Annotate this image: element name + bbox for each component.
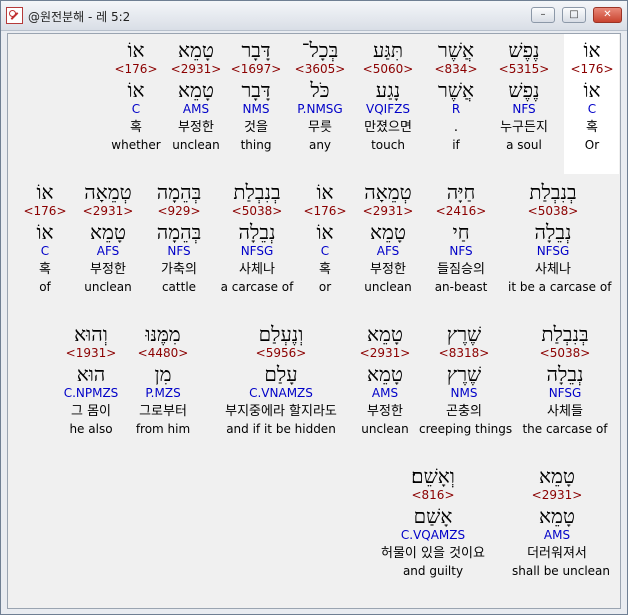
korean-gloss: 더러워져서: [527, 546, 587, 561]
strong-number: <1931>: [65, 346, 117, 360]
parsing-code: AMS: [543, 528, 571, 542]
hebrew-word: טָמֵא: [367, 322, 403, 346]
word-r3-3[interactable]: טָמֵא <2931> טָמֵא AMS 부정한 unclean: [340, 322, 430, 436]
word-r2-1[interactable]: בְנִבְלַת <5038> נְבֵלָה NFSG 사체나 it be …: [508, 180, 612, 294]
title-bar[interactable]: @원전분해 - 레 5:2 – □ ✕: [1, 1, 627, 31]
korean-gloss: 허물이 있을 것이요: [381, 546, 485, 561]
korean-gloss: 부정한: [367, 404, 403, 419]
lemma: אוֹ: [36, 220, 54, 244]
hebrew-word: שֶׁרֶץ: [446, 322, 482, 346]
korean-gloss: 그 몸이: [70, 404, 111, 419]
parsing-code: C.VNAMZS: [249, 386, 313, 400]
hebrew-word: בְּנִבְלַת: [541, 322, 589, 346]
parsing-code: NMS: [450, 386, 478, 400]
strong-number: <2931>: [531, 488, 583, 502]
strong-number: <816>: [411, 488, 455, 502]
lemma: טָמֵא: [539, 504, 575, 528]
lemma: עָלַם: [264, 362, 298, 386]
word-r4-2[interactable]: וְאָשֵׁם׃ <816> אָשַׁם C.VQAMZS 허물이 있을 것…: [368, 464, 498, 578]
word-r2-5[interactable]: בְנִבְלַת <5038> נְבֵלָה NFSG 사체나 a carc…: [212, 180, 302, 294]
strong-number: <2931>: [359, 346, 411, 360]
korean-gloss: 부지중에라 할지라도: [225, 404, 337, 419]
word-r3-4[interactable]: וְנֶעְלַם <5956> עָלַם C.VNAMZS 부지중에라 할지…: [211, 322, 351, 436]
hebrew-word: וְאָשֵׁם׃: [411, 464, 455, 488]
strong-number: <5956>: [255, 346, 307, 360]
hebrew-word: בְנִבְלַת: [233, 180, 281, 204]
english-gloss: and if it be hidden: [226, 422, 336, 436]
window-title: @원전분해 - 레 5:2: [28, 10, 131, 24]
korean-gloss: 혹: [39, 262, 51, 277]
word-r3-1[interactable]: בְּנִבְלַת <5038> נְבֵלָה NFSG 사체들 the c…: [520, 322, 610, 436]
english-gloss: whether: [111, 138, 161, 152]
parsing-code: C.NPMZS: [63, 386, 119, 400]
parsing-code: C: [131, 102, 141, 116]
lemma: נְבֵלָה: [534, 220, 572, 244]
strong-number: <176>: [23, 204, 67, 218]
english-gloss: shall be unclean: [512, 564, 610, 578]
lemma: נְבֵלָה: [546, 362, 584, 386]
lemma: שֶׁרֶץ: [446, 362, 482, 386]
hebrew-word: אוֹ: [36, 180, 54, 204]
english-gloss: creeping things: [419, 422, 513, 436]
hebrew-word: אוֹ: [127, 38, 145, 62]
lemma: אוֹ: [127, 78, 145, 102]
hebrew-word: בְנִבְלַת: [529, 180, 577, 204]
word-r1-8[interactable]: אוֹ <176> אוֹ C 혹 whether: [91, 38, 181, 152]
strong-number: <5038>: [527, 204, 579, 218]
english-gloss: unclean: [361, 422, 409, 436]
app-window: @원전분해 - 레 5:2 – □ ✕ אוֹ <176> אוֹ C 혹 Or…: [0, 0, 628, 615]
word-r3-2[interactable]: שֶׁרֶץ <8318> שֶׁרֶץ NMS 곤충의 creeping th…: [419, 322, 513, 436]
hebrew-word: טָמֵא: [539, 464, 575, 488]
english-gloss: the carcase of: [522, 422, 608, 436]
analysis-panel: אוֹ <176> אוֹ C 혹 Or נֶפֶשׁ <5315> נֶפֶש…: [7, 33, 621, 609]
english-gloss: and guilty: [402, 564, 464, 578]
close-button[interactable]: ✕: [593, 7, 622, 23]
hebrew-word: וְהוּא: [74, 322, 108, 346]
parsing-code: NFSG: [536, 244, 570, 258]
app-icon: [6, 7, 23, 24]
parsing-code: NFSG: [240, 244, 274, 258]
english-gloss: he also: [69, 422, 113, 436]
lemma: נְבֵלָה: [238, 220, 276, 244]
lemma: טָמֵא: [367, 362, 403, 386]
korean-gloss: 혹: [130, 120, 142, 135]
lemma: הוּא: [76, 362, 106, 386]
parsing-code: NFSG: [548, 386, 582, 400]
english-gloss: a carcase of: [220, 280, 294, 294]
strong-number: <5038>: [539, 346, 591, 360]
parsing-code: C.VQAMZS: [400, 528, 466, 542]
word-r4-1[interactable]: טָמֵא <2931> טָמֵא AMS 더러워져서 shall be un…: [512, 464, 610, 578]
minimize-button[interactable]: –: [531, 7, 555, 23]
strong-number: <8318>: [438, 346, 490, 360]
english-gloss: of: [39, 280, 51, 294]
strong-number: <176>: [114, 62, 158, 76]
parsing-code: AMS: [371, 386, 399, 400]
korean-gloss: 사체나: [239, 262, 275, 277]
lemma: אָשַׁם: [413, 504, 453, 528]
korean-gloss: 사체들: [547, 404, 583, 419]
hebrew-word: וְנֶעְלַם: [258, 322, 304, 346]
strong-number: <5038>: [231, 204, 283, 218]
korean-gloss: 사체나: [535, 262, 571, 277]
word-r3-6[interactable]: וְהוּא <1931> הוּא C.NPMZS 그 몸이 he also: [46, 322, 136, 436]
parsing-code: C: [40, 244, 50, 258]
korean-gloss: 곤충의: [446, 404, 482, 419]
word-r2-8[interactable]: אוֹ <176> אוֹ C 혹 of: [8, 180, 90, 294]
maximize-button[interactable]: □: [562, 7, 586, 23]
english-gloss: it be a carcase of: [508, 280, 612, 294]
